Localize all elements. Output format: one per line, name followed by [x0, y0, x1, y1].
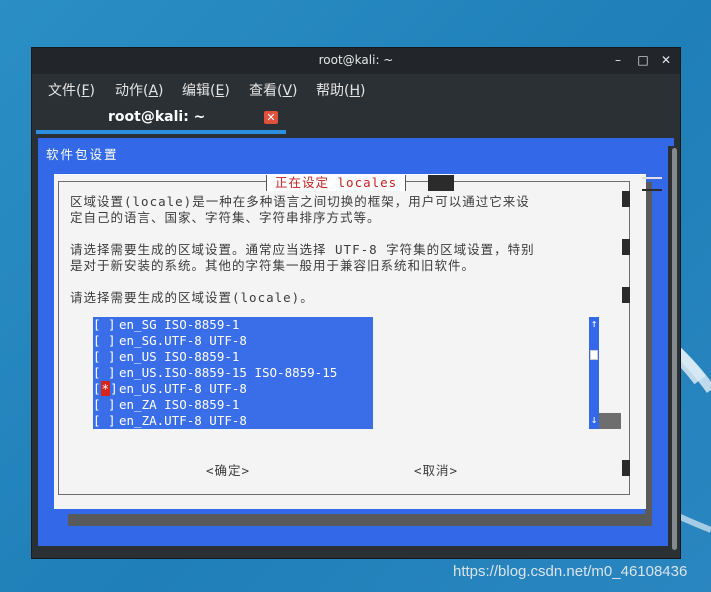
terminal-scroll-thumb[interactable]	[672, 148, 677, 550]
scrollbar-shadow	[599, 413, 621, 429]
checkbox-checked[interactable]: [*]	[93, 381, 119, 397]
menu-edit[interactable]: 编辑(E)	[182, 80, 230, 100]
list-item-locale-selected[interactable]: [*]en_US.UTF-8 UTF-8	[93, 381, 373, 397]
watermark-url: https://blog.csdn.net/m0_46108436	[453, 563, 688, 580]
window-title: root@kali: ~	[318, 53, 394, 67]
menu-bar: 文件(F) 动作(A) 编辑(E) 查看(V) 帮助(H)	[32, 74, 680, 104]
list-item-locale[interactable]: [ ] en_SG.UTF-8 UTF-8	[93, 333, 373, 349]
terminal-scrollbar[interactable]	[668, 146, 680, 554]
dialog-top-line	[642, 177, 662, 179]
description-line: 定自己的语言、国家、字符集、字符串排序方式等。	[70, 210, 381, 225]
checkbox[interactable]: [ ]	[93, 317, 119, 333]
title-bar: root@kali: ~ – □ ✕	[32, 48, 680, 74]
menu-view[interactable]: 查看(V)	[249, 80, 298, 100]
border-mark	[622, 191, 630, 207]
list-item-locale[interactable]: [ ] en_ZA.UTF-8 UTF-8	[93, 413, 373, 429]
list-item-locale[interactable]: [ ] en_US.ISO-8859-15 ISO-8859-15	[93, 365, 373, 381]
locales-dialog: 正在设定 locales 区域设置(locale)是一种在多种语言之间切换的框架…	[54, 174, 662, 509]
maximize-icon[interactable]: □	[635, 52, 651, 68]
dialog-shadow-side	[645, 182, 652, 526]
scroll-thumb[interactable]	[590, 350, 598, 360]
list-item-locale[interactable]: [ ] en_ZA ISO-8859-1	[93, 397, 373, 413]
dialog-title-bar-end	[428, 175, 454, 191]
package-config-header: 软件包设置	[46, 147, 119, 162]
dialog-title: 正在设定 locales	[266, 175, 407, 191]
close-icon[interactable]: ✕	[658, 52, 674, 68]
checkbox[interactable]: [ ]	[93, 365, 119, 381]
list-scrollbar[interactable]: ↑ ↓	[589, 317, 599, 429]
locale-list[interactable]: [ ] en_SG ISO-8859-1 [ ] en_SG.UTF-8 UTF-8…	[93, 317, 373, 429]
terminal-window: root@kali: ~ – □ ✕ 文件(F) 动作(A) 编辑(E) 查看(…	[31, 47, 681, 559]
locale-prompt: 请选择需要生成的区域设置(locale)。	[70, 290, 314, 305]
border-mark	[622, 460, 630, 476]
description-line: 是对于新安装的系统。其他的字符集一般用于兼容旧系统和旧软件。	[70, 258, 476, 273]
border-mark	[622, 239, 630, 255]
dialog-shadow	[68, 514, 652, 526]
terminal-area[interactable]: 软件包设置 正在设定 locales 区域设置(locale)是一种在多种语言之…	[38, 138, 674, 546]
menu-action[interactable]: 动作(A)	[115, 80, 164, 100]
minimize-icon[interactable]: –	[610, 52, 626, 68]
list-item-locale[interactable]: [ ] en_US ISO-8859-1	[93, 349, 373, 365]
scroll-up-icon[interactable]: ↑	[589, 317, 599, 331]
tab-close-icon[interactable]: ✕	[264, 111, 278, 124]
checkbox[interactable]: [ ]	[93, 333, 119, 349]
dialog-top-line-dark	[642, 189, 662, 191]
checkbox[interactable]: [ ]	[93, 349, 119, 365]
scroll-down-icon[interactable]: ↓	[589, 413, 599, 427]
tab-bar: root@kali: ~ ✕	[32, 104, 680, 134]
checkbox[interactable]: [ ]	[93, 413, 119, 429]
list-item-locale[interactable]: [ ] en_SG ISO-8859-1	[93, 317, 373, 333]
checkbox[interactable]: [ ]	[93, 397, 119, 413]
tab-root-kali[interactable]: root@kali: ~ ✕	[36, 104, 286, 134]
menu-file[interactable]: 文件(F)	[48, 80, 95, 100]
border-mark	[622, 287, 630, 303]
cancel-button[interactable]: <取消>	[414, 460, 458, 479]
tab-label: root@kali: ~	[108, 109, 206, 125]
ok-button[interactable]: <确定>	[206, 460, 250, 479]
menu-help[interactable]: 帮助(H)	[316, 80, 365, 100]
